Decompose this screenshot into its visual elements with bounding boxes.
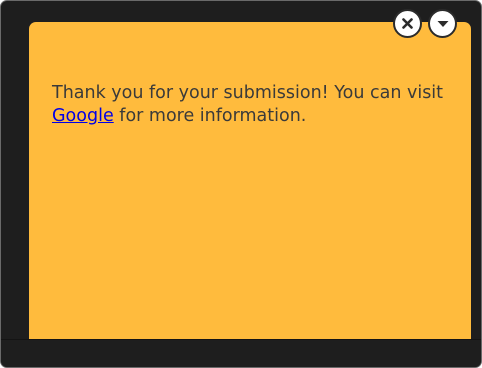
google-link[interactable]: Google [52, 106, 114, 126]
close-icon [402, 18, 413, 29]
message-text-end: for more information. [113, 106, 307, 126]
sticky-note-panel: Thank you for your submission! You can v… [29, 22, 471, 362]
confirmation-message: Thank you for your submission! You can v… [52, 82, 452, 128]
collapse-button[interactable] [428, 9, 457, 38]
caret-down-icon [437, 20, 448, 27]
message-text-start: Thank you for your submission! You can v… [52, 83, 444, 103]
close-button[interactable] [393, 9, 422, 38]
window-frame: Thank you for your submission! You can v… [0, 0, 482, 368]
bottom-bar [1, 339, 481, 367]
